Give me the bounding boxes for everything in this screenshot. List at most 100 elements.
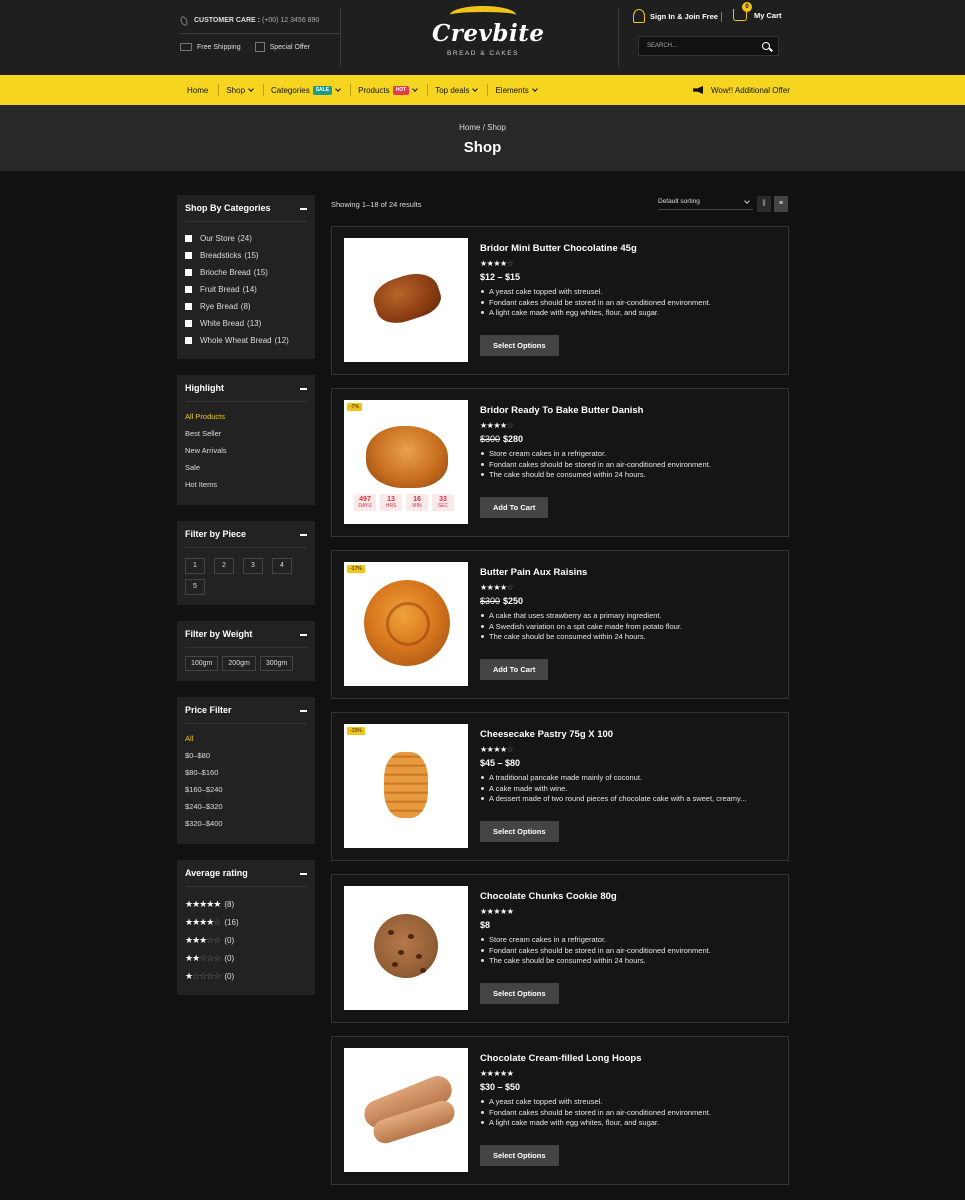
- weight-option[interactable]: 300gm: [259, 656, 294, 671]
- widget-header[interactable]: Average rating: [185, 868, 307, 887]
- cart-link[interactable]: 0 My Cart: [733, 2, 782, 21]
- select-options-button[interactable]: Select Options: [480, 335, 559, 356]
- piece-option[interactable]: 1: [185, 558, 205, 574]
- highlight-link[interactable]: New Arrivals: [185, 444, 307, 461]
- star-icon: ★: [500, 259, 507, 268]
- phone-icon: [178, 15, 190, 26]
- category-item[interactable]: Brioche Bread (15): [185, 264, 307, 281]
- product-image[interactable]: -17%: [344, 562, 468, 686]
- product-image[interactable]: -7% 497 DAYS 13 HRS 16 MIN 33 SEC: [344, 400, 468, 524]
- category-checkbox[interactable]: [185, 235, 192, 242]
- customer-care-phone[interactable]: (+00) 12 3456 890: [262, 17, 319, 24]
- highlight-link[interactable]: Best Seller: [185, 427, 307, 444]
- rating-count: (0): [224, 971, 235, 981]
- category-checkbox[interactable]: [185, 320, 192, 327]
- collapse-icon[interactable]: [300, 873, 307, 875]
- search-input[interactable]: SEARCH...: [638, 36, 779, 56]
- nav-top-deals[interactable]: Top deals: [428, 84, 489, 96]
- price-range-link[interactable]: $80–$160: [185, 766, 307, 783]
- category-item[interactable]: Rye Bread (8): [185, 298, 307, 315]
- free-shipping-link[interactable]: Free Shipping: [197, 44, 241, 51]
- sort-select[interactable]: Default sorting: [658, 197, 753, 210]
- category-checkbox[interactable]: [185, 269, 192, 276]
- category-checkbox[interactable]: [185, 252, 192, 259]
- category-checkbox[interactable]: [185, 303, 192, 310]
- product-image[interactable]: -15%: [344, 724, 468, 848]
- rating-filter-item[interactable]: ★★☆☆☆ (0): [185, 949, 307, 967]
- piece-option[interactable]: 2: [214, 558, 234, 574]
- price-range-link[interactable]: $240–$320: [185, 800, 307, 817]
- product-card: -15% Cheesecake Pastry 75g X 100 ★★★★☆ $45 …: [331, 712, 789, 861]
- nav-label: Home: [187, 85, 209, 95]
- category-item[interactable]: Our Store (24): [185, 230, 307, 247]
- add-to-cart-button[interactable]: Add To Cart: [480, 497, 549, 518]
- select-options-button[interactable]: Select Options: [480, 821, 559, 842]
- list-view-icon[interactable]: ≡: [774, 196, 788, 212]
- sign-in-label: Sign In & Join Free: [650, 11, 718, 21]
- select-options-button[interactable]: Select Options: [480, 983, 559, 1004]
- nav-shop[interactable]: Shop: [219, 84, 265, 96]
- price-range-link[interactable]: All: [185, 732, 307, 749]
- rating-filter-item[interactable]: ★★★☆☆ (0): [185, 931, 307, 949]
- star-icon: ★: [500, 1069, 507, 1078]
- nav-elements[interactable]: Elements: [488, 84, 546, 96]
- collapse-icon[interactable]: [300, 208, 307, 210]
- grid-view-icon[interactable]: ⫼: [757, 196, 771, 212]
- collapse-icon[interactable]: [300, 534, 307, 536]
- breadcrumb[interactable]: Home / Shop: [0, 123, 965, 132]
- category-item[interactable]: Whole Wheat Bread (12): [185, 332, 307, 349]
- highlight-link[interactable]: Hot Items: [185, 478, 307, 495]
- sign-in-link[interactable]: Sign In & Join Free: [633, 9, 718, 23]
- add-to-cart-button[interactable]: Add To Cart: [480, 659, 549, 680]
- collapse-icon[interactable]: [300, 388, 307, 390]
- weight-option[interactable]: 100gm: [185, 656, 219, 671]
- widget-header[interactable]: Filter by Piece: [185, 529, 307, 548]
- category-item[interactable]: Breadsticks (15): [185, 247, 307, 264]
- highlight-link[interactable]: All Products: [185, 410, 307, 427]
- product-title[interactable]: Cheesecake Pastry 75g X 100: [480, 729, 780, 740]
- product-price: $300 $280: [480, 434, 780, 444]
- rating-filter-item[interactable]: ★☆☆☆☆ (0): [185, 967, 307, 985]
- piece-option[interactable]: 3: [243, 558, 263, 574]
- category-item[interactable]: Fruit Bread (14): [185, 281, 307, 298]
- select-options-button[interactable]: Select Options: [480, 1145, 559, 1166]
- product-rating: ★★★★☆: [480, 421, 776, 430]
- product-image[interactable]: [344, 886, 468, 1010]
- product-title[interactable]: Chocolate Cream-filled Long Hoops: [480, 1053, 780, 1064]
- category-label: White Bread: [200, 319, 245, 328]
- product-rating: ★★★★☆: [480, 259, 776, 268]
- category-item[interactable]: White Bread (13): [185, 315, 307, 332]
- widget-header[interactable]: Shop By Categories: [185, 203, 307, 222]
- collapse-icon[interactable]: [300, 634, 307, 636]
- nav-home[interactable]: Home: [180, 84, 220, 96]
- price-range-link[interactable]: $0–$80: [185, 749, 307, 766]
- price-range-link[interactable]: $320–$400: [185, 817, 307, 834]
- nav-categories[interactable]: Categories SALE: [264, 84, 352, 96]
- additional-offer-link[interactable]: Wow!! Additional Offer: [693, 75, 790, 105]
- rating-filter-item[interactable]: ★★★★☆ (16): [185, 913, 307, 931]
- widget-header[interactable]: Highlight: [185, 383, 307, 402]
- site-logo[interactable]: Crevbite BREAD & CAKES: [432, 6, 544, 62]
- product-title[interactable]: Butter Pain Aux Raisins: [480, 567, 780, 578]
- category-checkbox[interactable]: [185, 337, 192, 344]
- piece-option[interactable]: 4: [272, 558, 292, 574]
- collapse-icon[interactable]: [300, 710, 307, 712]
- category-checkbox[interactable]: [185, 286, 192, 293]
- highlight-link[interactable]: Sale: [185, 461, 307, 478]
- widget-header[interactable]: Price Filter: [185, 705, 307, 724]
- product-card: -7% 497 DAYS 13 HRS 16 MIN 33 SEC Bridor Ready To…: [331, 388, 789, 537]
- search-icon[interactable]: [762, 42, 770, 50]
- product-image[interactable]: [344, 1048, 468, 1172]
- product-title[interactable]: Chocolate Chunks Cookie 80g: [480, 891, 780, 902]
- special-offer-link[interactable]: Special Offer: [270, 44, 310, 51]
- product-title[interactable]: Bridor Mini Butter Chocolatine 45g: [480, 243, 780, 254]
- product-title[interactable]: Bridor Ready To Bake Butter Danish: [480, 405, 780, 416]
- rating-filter-item[interactable]: ★★★★★ (8): [185, 895, 307, 913]
- price-range-link[interactable]: $160–$240: [185, 783, 307, 800]
- product-image[interactable]: [344, 238, 468, 362]
- logo-tagline: BREAD & CAKES: [447, 50, 519, 57]
- piece-option[interactable]: 5: [185, 579, 205, 595]
- weight-option[interactable]: 200gm: [222, 656, 256, 671]
- widget-header[interactable]: Filter by Weight: [185, 629, 307, 648]
- nav-products[interactable]: Products HOT: [351, 84, 429, 96]
